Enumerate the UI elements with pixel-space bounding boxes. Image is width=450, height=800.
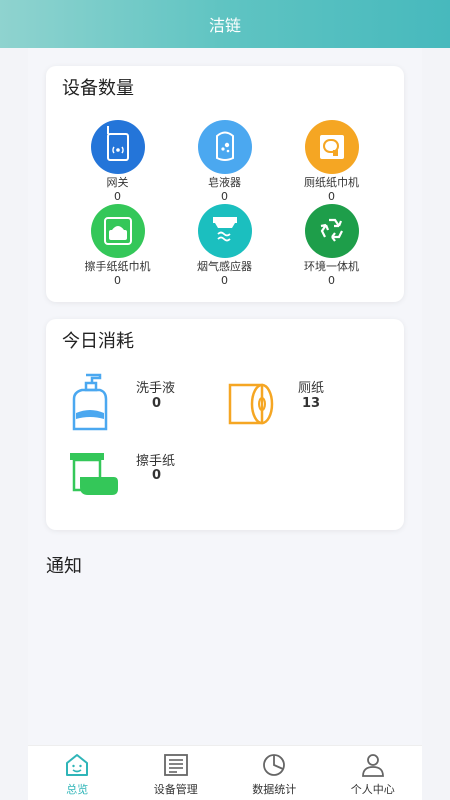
device-count-card: 设备数量 网关 0 皂液器 0 厕纸纸巾机 0 擦手纸纸巾机 0 烟气感应器 0… xyxy=(46,66,404,302)
device-count: 0 xyxy=(328,274,335,287)
device-card-title: 设备数量 xyxy=(62,78,134,99)
tab-device-management[interactable]: 设备管理 xyxy=(127,746,226,800)
device-item-tissue-box[interactable]: 擦手纸纸巾机 0 xyxy=(58,204,177,288)
tab-data-statistics[interactable]: 数据统计 xyxy=(225,746,324,800)
consumption-card-title: 今日消耗 xyxy=(62,331,134,352)
app-title: 洁链 xyxy=(208,16,241,35)
device-item-smoke-sensor[interactable]: 烟气感应器 0 xyxy=(165,204,284,288)
consumption-card: 今日消耗 洗手液 0 厕纸 13 擦手纸 0 xyxy=(46,319,404,530)
consumption-label: 厕纸 xyxy=(298,381,325,396)
tab-overview[interactable]: 总览 xyxy=(28,746,127,800)
consumption-value: 13 xyxy=(302,396,321,411)
device-label: 环境一体机 xyxy=(304,260,359,273)
smoke-sensor-icon xyxy=(197,204,252,258)
tab-label: 个人中心 xyxy=(350,783,395,796)
toilet-roll-icon xyxy=(228,383,274,425)
tab-label: 设备管理 xyxy=(153,783,198,796)
gateway-icon xyxy=(90,120,145,174)
device-count: 0 xyxy=(114,274,121,287)
home-icon xyxy=(66,754,89,776)
device-label: 厕纸纸巾机 xyxy=(304,176,359,189)
device-label: 网关 xyxy=(106,176,129,189)
notice-title: 通知 xyxy=(46,556,82,577)
device-item-toilet-paper[interactable]: 厕纸纸巾机 0 xyxy=(272,120,391,204)
device-count: 0 xyxy=(328,190,335,203)
device-count: 0 xyxy=(114,190,121,203)
device-list-icon xyxy=(163,754,188,776)
hand-soap-icon xyxy=(72,373,108,431)
tab-label: 数据统计 xyxy=(252,783,297,796)
tab-label: 总览 xyxy=(66,783,89,796)
consumption-label: 洗手液 xyxy=(136,381,176,396)
device-count: 0 xyxy=(221,274,228,287)
device-item-environment[interactable]: 环境一体机 0 xyxy=(272,204,391,288)
tissue-box-icon xyxy=(90,204,145,258)
device-label: 皂液器 xyxy=(208,176,241,189)
recycle-icon xyxy=(304,204,359,258)
pie-chart-icon xyxy=(263,754,286,776)
consumption-value: 0 xyxy=(152,396,162,411)
soap-dispenser-icon xyxy=(197,120,252,174)
tab-personal-center[interactable]: 个人中心 xyxy=(324,746,423,800)
consumption-label: 擦手纸 xyxy=(136,454,176,469)
toilet-paper-icon xyxy=(304,120,359,174)
device-count: 0 xyxy=(221,190,228,203)
hand-towel-icon xyxy=(70,453,118,495)
app-header: 洁链 xyxy=(0,0,450,48)
device-item-gateway[interactable]: 网关 0 xyxy=(58,120,177,204)
consumption-value: 0 xyxy=(152,468,162,483)
user-icon xyxy=(361,754,384,777)
device-label: 烟气感应器 xyxy=(197,260,252,273)
device-item-soap-dispenser[interactable]: 皂液器 0 xyxy=(165,120,284,204)
device-label: 擦手纸纸巾机 xyxy=(84,260,151,273)
bottom-tab-bar: 总览 设备管理 数据统计 个人中心 xyxy=(28,745,422,800)
